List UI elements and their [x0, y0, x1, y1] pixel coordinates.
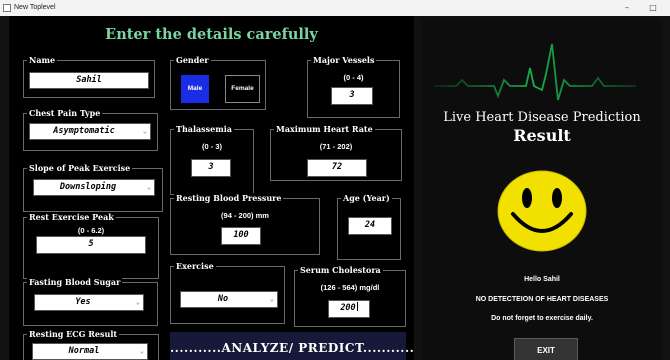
name-group: Name Sahil — [23, 55, 155, 98]
major-vessels-range: (0 - 4) — [343, 73, 364, 82]
chest-pain-label: Chest Pain Type — [27, 108, 103, 118]
fasting-sugar-label: Fasting Blood Sugar — [27, 277, 123, 287]
chevron-down-icon: ⌄ — [139, 347, 144, 355]
gender-group: Gender Male Female — [170, 55, 266, 110]
cholesterol-label: Serum Cholestora — [298, 265, 383, 275]
max-heart-rate-label: Maximum Heart Rate — [274, 124, 375, 134]
resting-ecg-value: Normal — [68, 346, 100, 356]
cholesterol-group: Serum Cholestora (126 - 564) mg/dl 200 — [294, 265, 406, 327]
window-icon — [3, 4, 11, 12]
chest-pain-group: Chest Pain Type Asymptomatic ⌄ — [23, 108, 158, 151]
exercise-label: Exercise — [174, 261, 216, 271]
thalassemia-group: Thalassemia (0 - 3) 3 — [170, 124, 254, 195]
result-title: Live Heart Disease Prediction — [443, 110, 641, 125]
window-title: New Toplevel — [14, 4, 56, 11]
max-heart-rate-input[interactable]: 72 — [307, 159, 367, 177]
ecg-heartbeat-icon — [434, 43, 636, 101]
max-heart-rate-range: (71 - 202) — [319, 142, 353, 151]
cholesterol-range: (126 - 564) mg/dl — [320, 283, 380, 292]
slope-value: Downsloping — [59, 182, 117, 192]
rest-peak-input[interactable]: 5 — [36, 236, 146, 254]
chevron-down-icon: ⌄ — [135, 298, 140, 306]
advice-text: Do not forget to exercise daily. — [491, 315, 593, 322]
smiley-face-icon — [497, 170, 587, 252]
thalassemia-range: (0 - 3) — [201, 142, 222, 151]
name-label: Name — [27, 55, 58, 65]
maximize-button[interactable]: □ — [642, 2, 664, 14]
blood-pressure-label: Resting Blood Pressure — [174, 193, 284, 203]
form-heading: Enter the details carefully — [105, 26, 318, 43]
exercise-group: Exercise No ⌄ — [170, 261, 285, 324]
major-vessels-label: Major Vessels — [311, 55, 377, 65]
fasting-sugar-select[interactable]: Yes ⌄ — [34, 294, 144, 311]
rest-peak-range: (0 - 6.2) — [77, 226, 105, 235]
fasting-sugar-value: Yes — [75, 297, 91, 307]
chest-pain-select[interactable]: Asymptomatic ⌄ — [29, 123, 151, 140]
window-titlebar: New Toplevel – □ — [0, 0, 670, 16]
resting-ecg-label: Resting ECG Result — [27, 329, 120, 339]
gender-label: Gender — [174, 55, 211, 65]
greeting-text: Hello Sahil — [524, 276, 560, 283]
chevron-down-icon: ⌄ — [269, 295, 274, 303]
slope-group: Slope of Peak Exercise Downsloping ⌄ — [23, 163, 163, 212]
major-vessels-group: Major Vessels (0 - 4) 3 — [307, 55, 400, 118]
female-button[interactable]: Female — [225, 75, 260, 103]
age-label: Age (Year) — [341, 193, 392, 203]
name-input[interactable]: Sahil — [29, 72, 149, 89]
rest-peak-label: Rest Exercise Peak — [27, 212, 116, 222]
thalassemia-label: Thalassemia — [174, 124, 234, 134]
slope-label: Slope of Peak Exercise — [27, 163, 133, 173]
chevron-down-icon: ⌄ — [146, 183, 151, 191]
exit-button[interactable]: EXIT — [514, 338, 578, 360]
resting-ecg-group: Resting ECG Result Normal ⌄ — [23, 329, 159, 360]
max-heart-rate-group: Maximum Heart Rate (71 - 202) 72 — [270, 124, 402, 181]
chest-pain-value: Asymptomatic — [53, 126, 115, 136]
input-form-panel: Enter the details carefully Name Sahil C… — [9, 16, 414, 360]
exercise-select[interactable]: No ⌄ — [180, 291, 278, 308]
verdict-text: NO DETECTEION OF HEART DISEASES — [475, 296, 609, 303]
chevron-down-icon: ⌄ — [142, 127, 147, 135]
male-button[interactable]: Male — [181, 75, 209, 103]
age-input[interactable]: 24 — [348, 217, 392, 235]
blood-pressure-group: Resting Blood Pressure (94 - 200) mm 100 — [170, 193, 320, 255]
rest-peak-group: Rest Exercise Peak (0 - 6.2) 5 — [23, 212, 159, 279]
minimize-button[interactable]: – — [616, 2, 638, 14]
cholesterol-input[interactable]: 200 — [328, 300, 370, 318]
blood-pressure-input[interactable]: 100 — [221, 227, 261, 245]
major-vessels-input[interactable]: 3 — [331, 87, 373, 105]
exercise-value: No — [217, 294, 229, 304]
analyze-predict-button[interactable]: ...........ANALYZE/ PREDICT........... — [170, 332, 414, 360]
fasting-sugar-group: Fasting Blood Sugar Yes ⌄ — [23, 277, 158, 326]
result-subtitle: Result — [513, 126, 571, 145]
age-group: Age (Year) 24 — [337, 193, 401, 260]
slope-select[interactable]: Downsloping ⌄ — [33, 179, 155, 196]
resting-ecg-select[interactable]: Normal ⌄ — [32, 343, 148, 360]
blood-pressure-range: (94 - 200) mm — [221, 211, 269, 220]
result-panel: Live Heart Disease Prediction Result Hel… — [422, 20, 662, 360]
thalassemia-input[interactable]: 3 — [191, 159, 231, 177]
